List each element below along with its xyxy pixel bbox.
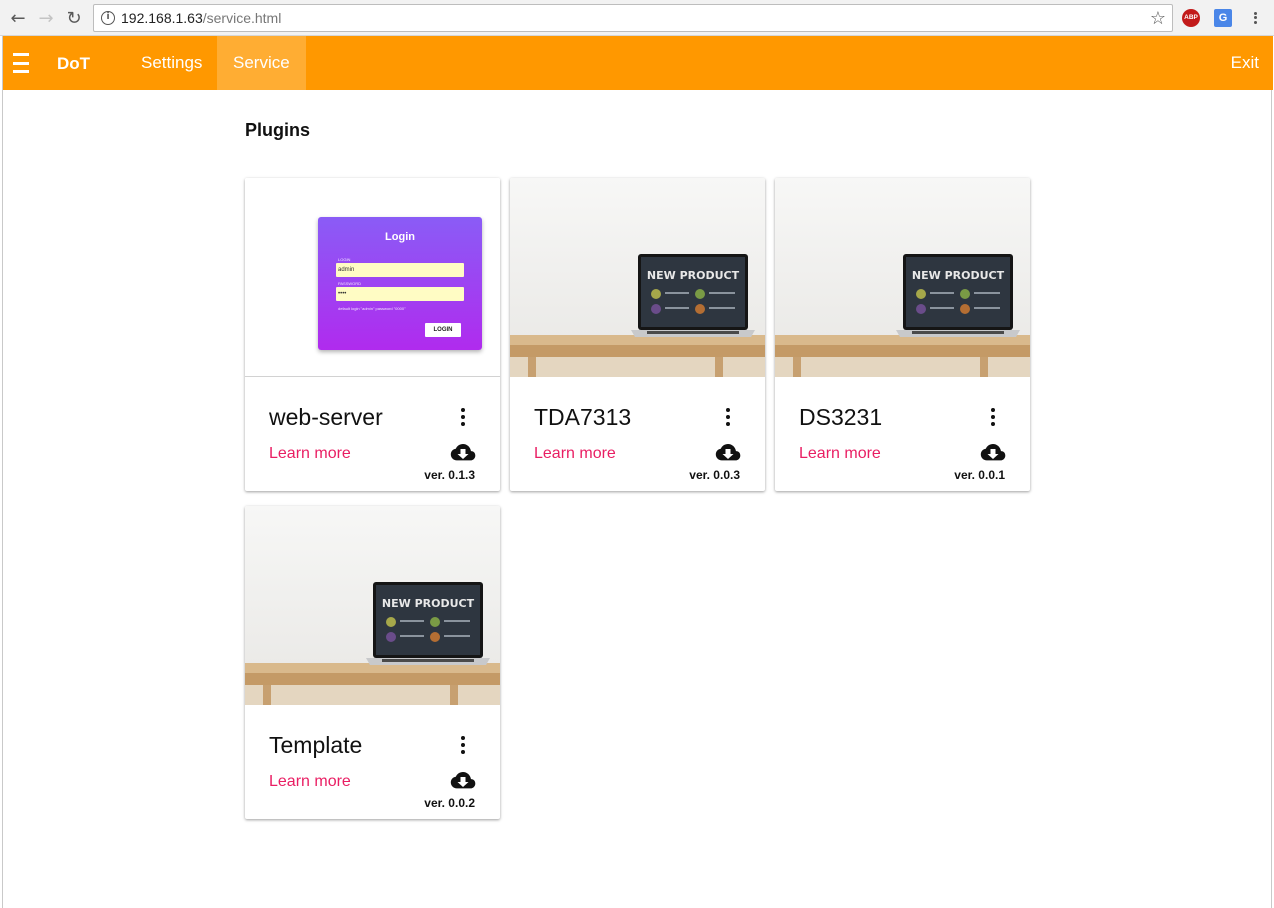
more-vert-icon[interactable] [723, 408, 733, 426]
plugin-image: Login LOGIN admin PASSWORD •••• default … [245, 178, 500, 377]
brand-title[interactable]: DoT [57, 54, 90, 74]
laptop-on-desk-image: NEW PRODUCT [775, 178, 1030, 377]
browser-menu-icon[interactable] [1246, 8, 1264, 28]
plugin-version: ver. 0.0.1 [954, 468, 1005, 482]
forward-icon[interactable]: → [34, 6, 58, 30]
cloud-download-icon[interactable] [450, 771, 476, 791]
laptop-on-desk-image: NEW PRODUCT [245, 506, 500, 705]
preview-hint: default login "admin" password "0000" [338, 306, 406, 311]
translate-extension-icon[interactable]: G [1214, 9, 1232, 27]
plugin-image: NEW PRODUCT [245, 506, 500, 705]
plugin-version: ver. 0.0.2 [424, 796, 475, 810]
laptop-screen-title: NEW PRODUCT [382, 597, 475, 610]
back-icon[interactable]: ← [6, 6, 30, 30]
learn-more-link[interactable]: Learn more [534, 445, 616, 463]
more-vert-icon[interactable] [458, 736, 468, 754]
preview-login-button: LOGIN [425, 323, 461, 337]
laptop-screen-title: NEW PRODUCT [647, 269, 740, 282]
app-page: DoT Settings Service Exit Plugins Login … [2, 36, 1273, 908]
plugin-version: ver. 0.0.3 [689, 468, 740, 482]
laptop-screen-title: NEW PRODUCT [912, 269, 1005, 282]
reload-icon[interactable]: ↻ [62, 6, 86, 30]
info-icon[interactable]: i [101, 11, 115, 25]
plugin-image: NEW PRODUCT [510, 178, 765, 377]
preview-password-label: PASSWORD [338, 281, 362, 286]
plugin-card: Login LOGIN admin PASSWORD •••• default … [245, 178, 500, 491]
more-vert-icon[interactable] [988, 408, 998, 426]
page-title: Plugins [245, 120, 311, 140]
preview-login-label: LOGIN [338, 257, 351, 262]
plugin-card: NEW PRODUCT Template Learn more ver. 0.0… [245, 506, 500, 819]
cloud-download-icon[interactable] [980, 443, 1006, 463]
login-form-preview: Login LOGIN admin PASSWORD •••• default … [318, 217, 482, 350]
plugin-version: ver. 0.1.3 [424, 468, 475, 482]
laptop-on-desk-image: NEW PRODUCT [510, 178, 765, 377]
url-text: 192.168.1.63/service.html [121, 10, 282, 26]
nav-settings[interactable]: Settings [125, 36, 218, 90]
menu-icon[interactable] [13, 53, 29, 73]
plugin-image: NEW PRODUCT [775, 178, 1030, 377]
plugin-card: NEW PRODUCT DS3231 Learn more ver. 0.0.1 [775, 178, 1030, 491]
nav-service[interactable]: Service [217, 36, 306, 90]
plugin-card: NEW PRODUCT TDA7313 Learn more ver. 0.0.… [510, 178, 765, 491]
plugin-name: Template [269, 732, 363, 758]
plugin-name: web-server [269, 404, 383, 430]
learn-more-link[interactable]: Learn more [799, 445, 881, 463]
preview-login-field: admin [336, 263, 464, 277]
plugin-name: DS3231 [799, 404, 883, 430]
preview-title: Login [385, 231, 415, 243]
adblock-extension-icon[interactable]: ABP [1182, 9, 1200, 27]
learn-more-link[interactable]: Learn more [269, 445, 351, 463]
preview-password-field: •••• [336, 287, 464, 301]
browser-toolbar: ← → ↻ i 192.168.1.63/service.html ☆ ABP … [0, 0, 1274, 36]
app-bar: DoT Settings Service Exit [3, 36, 1273, 90]
more-vert-icon[interactable] [458, 408, 468, 426]
cloud-download-icon[interactable] [450, 443, 476, 463]
learn-more-link[interactable]: Learn more [269, 773, 351, 791]
exit-link[interactable]: Exit [1229, 36, 1261, 90]
bookmark-star-icon[interactable]: ☆ [1150, 8, 1166, 29]
cloud-download-icon[interactable] [715, 443, 741, 463]
address-bar[interactable]: i 192.168.1.63/service.html ☆ [93, 4, 1173, 32]
plugin-name: TDA7313 [534, 404, 632, 430]
